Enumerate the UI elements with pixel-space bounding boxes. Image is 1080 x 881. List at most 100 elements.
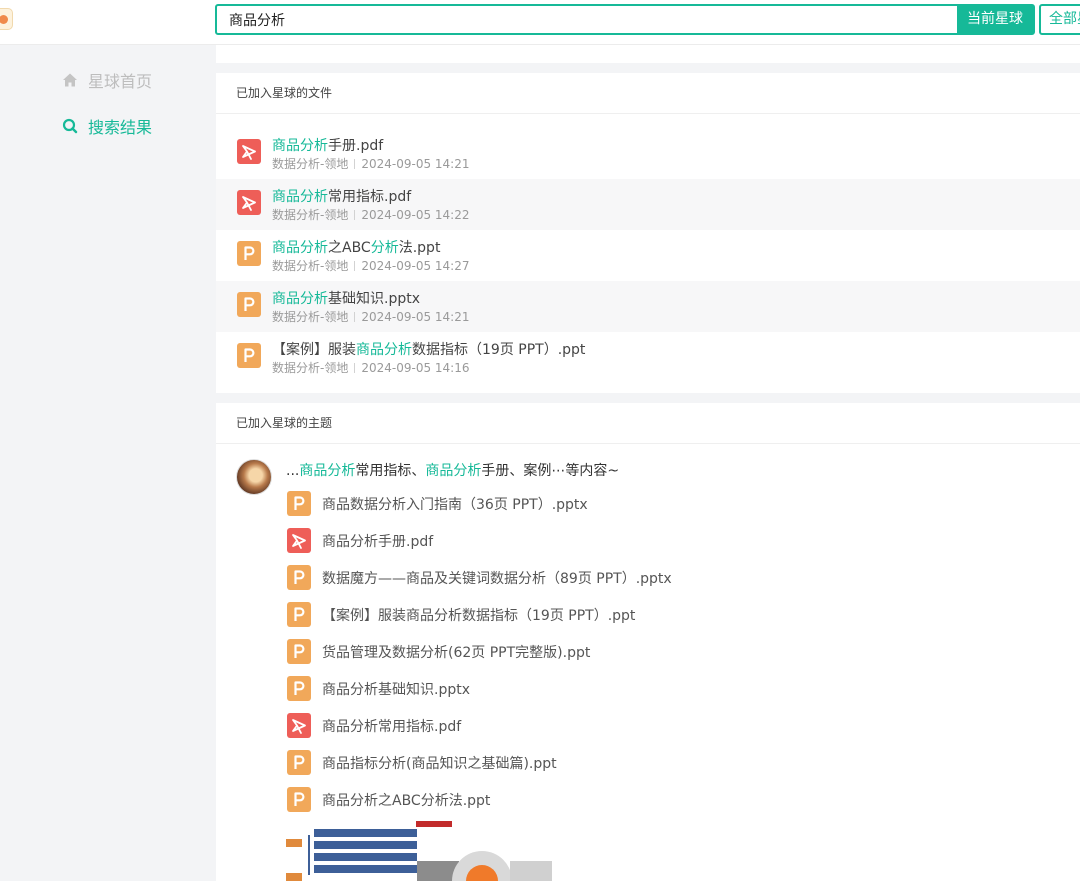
- file-meta: 数据分析-领地 2024-09-05 14:16: [272, 359, 469, 376]
- file-meta: 数据分析-领地 2024-09-05 14:21: [272, 308, 469, 325]
- sidebar-item-search-results[interactable]: 搜索结果: [62, 114, 152, 138]
- pdf-file-icon: [287, 528, 311, 553]
- ppt-file-icon: [287, 750, 311, 775]
- file-row[interactable]: 商品分析基础知识.pptx 数据分析-领地 2024-09-05 14:21: [216, 281, 1080, 332]
- attachment-item[interactable]: 商品分析基础知识.pptx: [286, 675, 886, 703]
- home-icon: [63, 73, 77, 87]
- search-current-planet-button[interactable]: 当前星球: [957, 6, 1033, 33]
- attachment-name: 商品分析手册.pdf: [322, 534, 434, 550]
- files-section: 已加入星球的文件 商品分析手册.pdf 数据分析-领地 2024-09-05 14:…: [216, 73, 1080, 393]
- file-date: 2024-09-05 14:22: [361, 208, 470, 222]
- attachment-item[interactable]: 【案例】服装商品分析数据指标（19页 PPT）.ppt: [286, 601, 886, 629]
- ppt-file-icon: [287, 676, 311, 701]
- results-summary-panel: [216, 45, 1080, 63]
- pdf-file-icon: [237, 139, 261, 164]
- file-meta: 数据分析-领地 2024-09-05 14:22: [272, 206, 469, 223]
- top-bar: 当前星球 全部星球: [0, 0, 1080, 45]
- file-date: 2024-09-05 14:21: [361, 310, 470, 324]
- search-all-planets-button[interactable]: 全部星球: [1039, 4, 1080, 35]
- file-source: 数据分析-领地: [272, 157, 349, 171]
- file-meta: 数据分析-领地 2024-09-05 14:21: [272, 155, 469, 172]
- ppt-file-icon: [287, 602, 311, 627]
- attachment-name: 货品管理及数据分析(62页 PPT完整版).ppt: [322, 645, 591, 661]
- meta-divider: [354, 159, 356, 169]
- highlight-keyword: 商品分析: [272, 189, 328, 205]
- highlight-keyword: 商品分析: [272, 138, 328, 154]
- attachment-name: 商品分析之ABC分析法.ppt: [322, 793, 491, 809]
- file-row[interactable]: 【案例】服装商品分析数据指标（19页 PPT）.ppt 数据分析-领地 2024-0…: [216, 332, 1080, 383]
- pdf-file-icon: [237, 190, 261, 215]
- ppt-file-icon: [287, 787, 311, 812]
- file-name-text: 之ABC: [328, 240, 371, 256]
- sidebar-item-label: 搜索结果: [88, 118, 153, 137]
- ppt-file-icon: [287, 491, 311, 516]
- topic-excerpt[interactable]: ...商品分析常用指标、商品分析手册、案例⋯等内容~: [286, 460, 619, 480]
- attachment-name: 【案例】服装商品分析数据指标（19页 PPT）.ppt: [322, 608, 636, 624]
- file-name-link[interactable]: 商品分析手册.pdf: [272, 135, 383, 155]
- file-name-text: 数据指标（19页 PPT）.ppt: [412, 342, 586, 358]
- highlight-keyword: 商品分析: [425, 463, 482, 479]
- file-source: 数据分析-领地: [272, 208, 349, 222]
- ppt-file-icon: [287, 565, 311, 590]
- ppt-file-icon: [237, 292, 261, 317]
- excerpt-text: 常用指标、: [355, 463, 426, 479]
- file-name-text: 【案例】服装: [272, 342, 356, 358]
- file-row[interactable]: 商品分析之ABC分析法.ppt 数据分析-领地 2024-09-05 14:27: [216, 230, 1080, 281]
- attachment-item[interactable]: 商品分析手册.pdf: [286, 527, 886, 555]
- attachment-item[interactable]: 商品分析常用指标.pdf: [286, 712, 886, 740]
- search-input[interactable]: [217, 6, 957, 33]
- file-name-link[interactable]: 商品分析常用指标.pdf: [272, 186, 411, 206]
- ppt-file-icon: [237, 343, 261, 368]
- highlight-keyword: 商品分析: [299, 463, 356, 479]
- section-title: 已加入星球的主题: [216, 403, 1080, 444]
- ppt-file-icon: [237, 241, 261, 266]
- meta-divider: [354, 261, 356, 271]
- meta-divider: [354, 210, 356, 220]
- excerpt-text: ...: [286, 463, 300, 479]
- highlight-keyword: 商品分析: [272, 240, 328, 256]
- search-icon: [62, 118, 78, 134]
- attachment-name: 商品分析常用指标.pdf: [322, 719, 462, 735]
- file-source: 数据分析-领地: [272, 259, 349, 273]
- excerpt-text: 手册、案例⋯等内容~: [481, 463, 620, 479]
- file-name-text: 法.ppt: [398, 240, 441, 256]
- file-name-text: 基础知识.pptx: [328, 291, 420, 307]
- attachment-name: 商品数据分析入门指南（36页 PPT）.pptx: [322, 497, 588, 513]
- file-name-link[interactable]: 【案例】服装商品分析数据指标（19页 PPT）.ppt: [272, 339, 585, 359]
- file-name-text: 手册.pdf: [328, 138, 384, 154]
- file-date: 2024-09-05 14:21: [361, 157, 470, 171]
- attachment-item[interactable]: 货品管理及数据分析(62页 PPT完整版).ppt: [286, 638, 886, 666]
- sidebar-item-label: 星球首页: [88, 72, 153, 91]
- meta-divider: [354, 312, 356, 322]
- thumbnail-image: [286, 821, 552, 881]
- attachment-item[interactable]: 商品数据分析入门指南（36页 PPT）.pptx: [286, 490, 886, 518]
- topics-section: 已加入星球的主题 ...商品分析常用指标、商品分析手册、案例⋯等内容~ 商品数据…: [216, 403, 1080, 881]
- file-meta: 数据分析-领地 2024-09-05 14:27: [272, 257, 469, 274]
- attachment-name: 商品分析基础知识.pptx: [322, 682, 470, 698]
- file-name-link[interactable]: 商品分析基础知识.pptx: [272, 288, 420, 308]
- attachment-name: 数据魔方——商品及关键词数据分析（89页 PPT）.pptx: [322, 571, 672, 587]
- file-date: 2024-09-05 14:27: [361, 259, 470, 273]
- attachment-item[interactable]: 商品指标分析(商品知识之基础篇).ppt: [286, 749, 886, 777]
- section-title: 已加入星球的文件: [216, 73, 1080, 114]
- file-source: 数据分析-领地: [272, 310, 349, 324]
- attachment-item[interactable]: 数据魔方——商品及关键词数据分析（89页 PPT）.pptx: [286, 564, 886, 592]
- search-box: 当前星球: [215, 4, 1035, 35]
- file-name-link[interactable]: 商品分析之ABC分析法.ppt: [272, 237, 440, 257]
- file-row[interactable]: 商品分析常用指标.pdf 数据分析-领地 2024-09-05 14:22: [216, 179, 1080, 230]
- pdf-file-icon: [287, 713, 311, 738]
- highlight-keyword: 分析: [370, 240, 399, 256]
- topic-image-thumbnail[interactable]: [286, 821, 552, 881]
- file-row[interactable]: 商品分析手册.pdf 数据分析-领地 2024-09-05 14:21: [216, 128, 1080, 179]
- file-name-text: 常用指标.pdf: [328, 189, 412, 205]
- highlight-keyword: 商品分析: [356, 342, 412, 358]
- attachment-item[interactable]: 商品分析之ABC分析法.ppt: [286, 786, 886, 814]
- file-source: 数据分析-领地: [272, 361, 349, 375]
- file-date: 2024-09-05 14:16: [361, 361, 470, 375]
- sidebar-item-home[interactable]: 星球首页: [62, 68, 152, 92]
- planet-logo-icon[interactable]: [0, 8, 13, 30]
- avatar[interactable]: [236, 459, 272, 495]
- meta-divider: [354, 363, 356, 373]
- ppt-file-icon: [287, 639, 311, 664]
- highlight-keyword: 商品分析: [272, 291, 328, 307]
